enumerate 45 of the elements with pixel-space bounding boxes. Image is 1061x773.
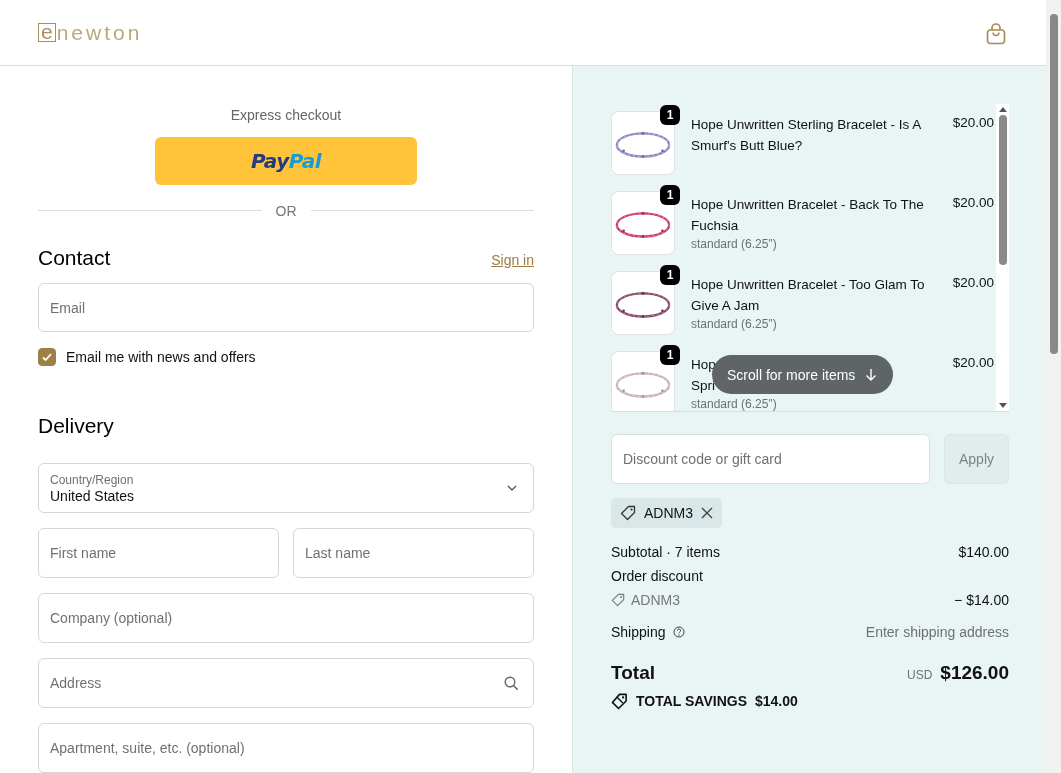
savings-label: TOTAL SAVINGS (636, 693, 747, 709)
divider-label: OR (275, 202, 297, 219)
product-price: $20.00 (951, 114, 994, 130)
summary-label: Order discount (611, 568, 703, 584)
address-field[interactable]: Address (38, 658, 534, 708)
product-variant: standard (6.25") (691, 397, 778, 411)
quantity-badge: 1 (660, 345, 680, 365)
field-label: Country/Region (50, 472, 135, 487)
summary-value: − $14.00 (954, 592, 1009, 608)
input-field[interactable]: Last name (293, 528, 534, 578)
summary-label: Shipping (611, 624, 666, 640)
product-price: $20.00 (951, 354, 994, 370)
product-variant: standard (6.25") (691, 237, 778, 252)
checkbox-label: Email me with news and offers (66, 349, 256, 366)
currency-code: USD (906, 668, 933, 682)
logo[interactable]: e newton (38, 20, 143, 45)
country-select[interactable]: Country/Region United States (38, 463, 534, 513)
product-title: Hope Unwritten Sterling Bracelet - Is A Smurf's Butt Blue? (691, 116, 922, 155)
product-price: $20.00 (951, 274, 994, 290)
summary-value: $140.00 (958, 544, 1009, 560)
product-title: Hope Unwritten Bracelet - Back To The Fuchsia (691, 196, 925, 235)
field-value: United States (50, 487, 135, 504)
discount-code: ADNM3 (644, 505, 693, 521)
product-title: Hope Unwritten Bracelet - Too Glam To Give A Jam (691, 276, 926, 315)
sign-in-link[interactable]: Sign in (491, 251, 534, 268)
paypal-button[interactable]: PayPal (155, 137, 417, 185)
quantity-badge: 1 (660, 105, 680, 125)
quantity-badge: 1 (660, 265, 680, 285)
section-heading: Delivery (38, 414, 115, 439)
section-heading: Contact (38, 245, 111, 270)
email-field[interactable]: Email (38, 282, 534, 333)
savings-amount: $14.00 (755, 693, 798, 709)
summary-value: Enter shipping address (865, 624, 1009, 640)
quantity-badge: 1 (660, 185, 680, 205)
express-checkout-title: Express checkout (229, 107, 343, 123)
discount-code: ADNM3 (631, 592, 680, 608)
input-field[interactable]: First name (38, 528, 279, 578)
input-field[interactable]: Apartment, suite, etc. (optional) (38, 723, 534, 773)
summary-label: Subtotal · 7 items (611, 544, 720, 560)
total-label: Total (611, 662, 655, 684)
total-amount: $126.00 (940, 662, 1009, 684)
product-price: $20.00 (951, 194, 994, 210)
discount-field[interactable]: Discount code or gift card (611, 434, 930, 484)
product-variant: standard (6.25") (691, 317, 778, 332)
input-field[interactable]: Company (optional) (38, 593, 534, 643)
